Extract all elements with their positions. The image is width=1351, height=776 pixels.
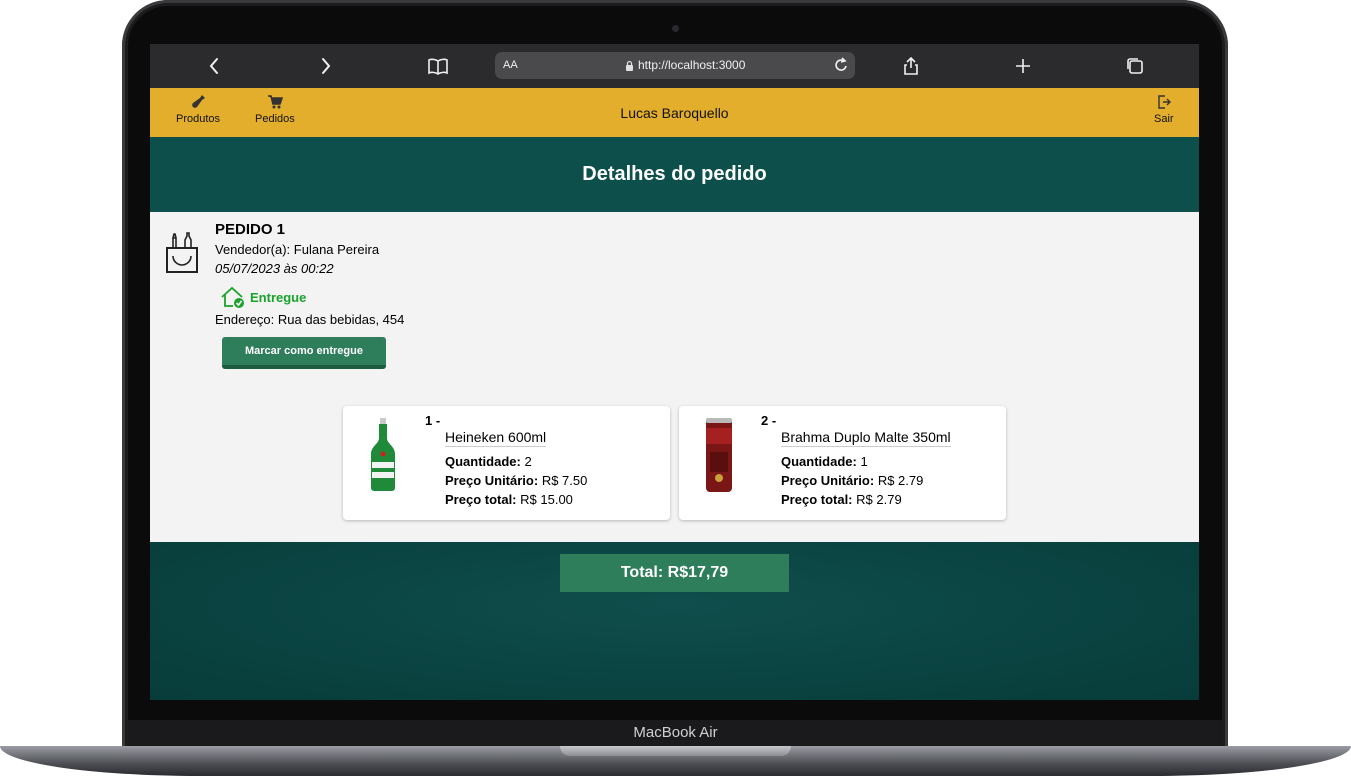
- url-display: http://localhost:3000: [625, 58, 745, 72]
- item-total-price: Preço total: R$ 2.79: [781, 492, 902, 507]
- brahma-can-image: [706, 418, 732, 492]
- item-unit-price-value: R$ 7.50: [541, 473, 588, 488]
- camera-icon: [672, 25, 679, 32]
- laptop-notch: [560, 746, 791, 756]
- address-bar[interactable]: AA http://localhost:3000: [495, 52, 855, 79]
- item-total-price-label: Preço total:: [445, 492, 517, 507]
- order-status-label: Entregue: [250, 289, 307, 305]
- lock-icon: [626, 60, 633, 71]
- footer-band: Total: R$17,79: [150, 542, 1199, 700]
- item-quantity-value: 1: [860, 454, 868, 469]
- item-unit-price-value: R$ 2.79: [877, 473, 924, 488]
- order-address: Endereço: Rua das bebidas, 454: [215, 312, 405, 327]
- item-quantity-value: 2: [524, 454, 532, 469]
- item-name: Brahma Duplo Malte 350ml: [781, 429, 951, 447]
- order-date: 05/07/2023 às 00:22: [215, 261, 334, 276]
- order-item-card: 1 - Heineken 600ml Quantidade: 2 Preço U…: [343, 406, 670, 520]
- item-quantity-label: Quantidade:: [445, 454, 521, 469]
- mark-delivered-button[interactable]: Marcar como entregue: [222, 337, 386, 369]
- house-check-icon: [221, 286, 244, 308]
- order-seller: Vendedor(a): Fulana Pereira: [215, 242, 380, 257]
- order-title: PEDIDO 1: [215, 221, 286, 238]
- order-item-card: 2 - Brahma Duplo Malte 350ml Quantidade:…: [679, 406, 1006, 520]
- nav-logout-label: Sair: [1154, 113, 1174, 125]
- shopping-bag-bottles-icon: [166, 232, 198, 273]
- order-total: Total: R$17,79: [560, 554, 789, 592]
- item-total-price-label: Preço total:: [781, 492, 853, 507]
- bookmarks-icon[interactable]: [425, 54, 451, 78]
- item-unit-price: Preço Unitário: R$ 7.50: [445, 473, 587, 488]
- share-icon[interactable]: [898, 54, 924, 78]
- item-index: 1 -: [425, 413, 441, 428]
- item-quantity: Quantidade: 1: [781, 454, 868, 469]
- heineken-bottle-image: [371, 418, 395, 491]
- page-title: Detalhes do pedido: [582, 163, 767, 185]
- item-total-price-value: R$ 15.00: [520, 492, 573, 507]
- item-unit-price-label: Preço Unitário:: [445, 473, 539, 488]
- item-total-price: Preço total: R$ 15.00: [445, 492, 573, 507]
- device-label: MacBook Air: [633, 724, 718, 741]
- browser-toolbar: AA http://localhost:3000: [150, 44, 1199, 88]
- nav-logout[interactable]: Sair: [1154, 94, 1174, 125]
- forward-icon[interactable]: [313, 54, 339, 78]
- item-index: 2 -: [761, 413, 777, 428]
- tabs-overview-icon[interactable]: [1122, 54, 1148, 78]
- user-name: Lucas Baroquello: [620, 105, 729, 121]
- app-navbar: Produtos Pedidos Lucas Baroquello Sair: [150, 88, 1199, 137]
- url-text: http://localhost:3000: [638, 58, 746, 72]
- item-total-price-value: R$ 2.79: [856, 492, 902, 507]
- text-size-button[interactable]: AA: [503, 59, 518, 71]
- item-quantity-label: Quantidade:: [781, 454, 857, 469]
- item-unit-price: Preço Unitário: R$ 2.79: [781, 473, 923, 488]
- item-quantity: Quantidade: 2: [445, 454, 532, 469]
- order-status: Entregue: [220, 285, 306, 309]
- back-icon[interactable]: [201, 54, 227, 78]
- logout-icon: [1158, 95, 1171, 109]
- reload-icon[interactable]: [833, 56, 849, 77]
- item-unit-price-label: Preço Unitário:: [781, 473, 875, 488]
- item-name: Heineken 600ml: [445, 429, 547, 447]
- new-tab-icon[interactable]: [1010, 54, 1036, 78]
- order-details: PEDIDO 1 Vendedor(a): Fulana Pereira 05/…: [150, 212, 1199, 542]
- browser-screen: AA http://localhost:3000 Produtos Pedido…: [150, 44, 1199, 700]
- title-band: Detalhes do pedido: [150, 137, 1199, 212]
